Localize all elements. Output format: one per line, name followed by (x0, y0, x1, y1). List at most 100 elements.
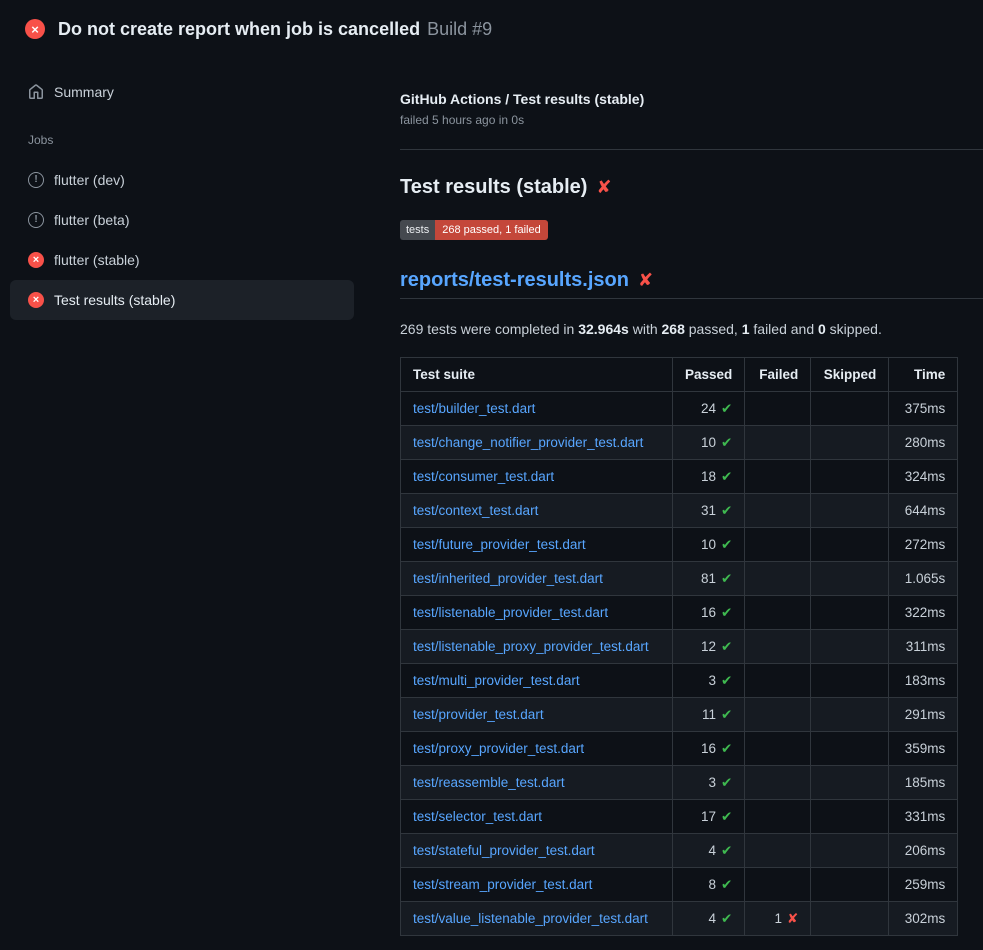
build-number: Build #9 (427, 19, 492, 39)
skipped-cell (811, 902, 889, 936)
test-suite-link[interactable]: test/provider_test.dart (413, 707, 544, 722)
failed-cell (745, 460, 811, 494)
test-suite-link[interactable]: test/builder_test.dart (413, 401, 535, 416)
test-suite-link[interactable]: test/listenable_proxy_provider_test.dart (413, 639, 649, 654)
sidebar-jobs: !flutter (dev)! flutter (beta) ×flutter (s… (10, 160, 376, 320)
test-suite-link[interactable]: test/inherited_provider_test.dart (413, 571, 603, 586)
test-suite-cell: test/stream_provider_test.dart (401, 868, 673, 902)
check-icon: ✔ (721, 605, 732, 620)
summary-segment: skipped. (826, 321, 882, 337)
passed-cell: 3✔ (673, 664, 745, 698)
test-suite-cell: test/stateful_provider_test.dart (401, 834, 673, 868)
test-suite-link[interactable]: test/future_provider_test.dart (413, 537, 586, 552)
table-row: test/stateful_provider_test.dart4✔206ms (401, 834, 958, 868)
run-meta: failed 5 hours ago in 0s (400, 113, 983, 127)
sidebar-item-job[interactable]: !flutter (dev) (10, 160, 354, 200)
sidebar-item-job[interactable]: ×flutter (stable) (10, 240, 354, 280)
skipped-cell (811, 494, 889, 528)
sidebar-item-job[interactable]: × Test results (stable) (10, 280, 354, 320)
test-suite-cell: test/context_test.dart (401, 494, 673, 528)
check-icon: ✔ (721, 911, 732, 926)
summary-segment: failed and (750, 321, 819, 337)
report-file-link[interactable]: reports/test-results.json (400, 268, 629, 292)
check-icon: ✔ (721, 877, 732, 892)
passed-cell: 3✔ (673, 766, 745, 800)
alert-circle-icon: ! (28, 212, 44, 228)
divider (400, 149, 983, 150)
passed-cell: 12✔ (673, 630, 745, 664)
check-icon: ✔ (721, 707, 732, 722)
passed-cell: 17✔ (673, 800, 745, 834)
test-suite-link[interactable]: test/multi_provider_test.dart (413, 673, 580, 688)
passed-cell: 81✔ (673, 562, 745, 596)
skipped-cell (811, 426, 889, 460)
jobs-section-label: Jobs (28, 133, 376, 147)
badge-label: tests (400, 220, 435, 240)
check-icon: ✔ (721, 741, 732, 756)
time-cell: 324ms (889, 460, 958, 494)
table-row: test/builder_test.dart24✔375ms (401, 392, 958, 426)
table-row: test/consumer_test.dart18✔324ms (401, 460, 958, 494)
home-icon (28, 84, 44, 100)
time-cell: 311ms (889, 630, 958, 664)
passed-cell: 24✔ (673, 392, 745, 426)
failed-cell (745, 834, 811, 868)
skipped-cell (811, 528, 889, 562)
passed-cell: 31✔ (673, 494, 745, 528)
sidebar: Summary Jobs !flutter (dev)! flutter (bet… (0, 56, 400, 320)
failed-cell: 1✘ (745, 902, 811, 936)
time-cell: 291ms (889, 698, 958, 732)
table-row: test/inherited_provider_test.dart81✔1.06… (401, 562, 958, 596)
time-cell: 302ms (889, 902, 958, 936)
test-suite-link[interactable]: test/stateful_provider_test.dart (413, 843, 595, 858)
cross-icon: ✘ (787, 911, 798, 926)
skipped-cell (811, 698, 889, 732)
check-icon: ✔ (721, 537, 732, 552)
test-suite-link[interactable]: test/consumer_test.dart (413, 469, 554, 484)
passed-cell: 16✔ (673, 732, 745, 766)
summary-text: 269 tests were completed in 32.964s with… (400, 319, 983, 339)
skipped-cell (811, 630, 889, 664)
passed-cell: 4✔ (673, 834, 745, 868)
passed-cell: 8✔ (673, 868, 745, 902)
skipped-cell (811, 596, 889, 630)
test-suite-cell: test/multi_provider_test.dart (401, 664, 673, 698)
passed-cell: 4✔ (673, 902, 745, 936)
sidebar-item-label: flutter (beta) (54, 210, 129, 230)
test-suite-cell: test/provider_test.dart (401, 698, 673, 732)
badge-value: 268 passed, 1 failed (435, 220, 547, 240)
test-suite-link[interactable]: test/reassemble_test.dart (413, 775, 565, 790)
failed-cell (745, 562, 811, 596)
test-suite-link[interactable]: test/selector_test.dart (413, 809, 542, 824)
test-suite-link[interactable]: test/stream_provider_test.dart (413, 877, 592, 892)
passed-cell: 16✔ (673, 596, 745, 630)
alert-circle-icon: ! (28, 172, 44, 188)
sidebar-item-summary[interactable]: Summary (10, 72, 354, 112)
time-cell: 185ms (889, 766, 958, 800)
test-suite-link[interactable]: test/proxy_provider_test.dart (413, 741, 584, 756)
x-circle-icon: × (28, 292, 44, 308)
passed-cell: 10✔ (673, 426, 745, 460)
test-suite-link[interactable]: test/listenable_provider_test.dart (413, 605, 608, 620)
failed-cell (745, 596, 811, 630)
table-row: test/stream_provider_test.dart8✔259ms (401, 868, 958, 902)
test-suite-cell: test/proxy_provider_test.dart (401, 732, 673, 766)
skipped-cell (811, 392, 889, 426)
run-header: × Do not create report when job is cance… (0, 0, 983, 56)
check-icon: ✔ (721, 673, 732, 688)
main-content: GitHub Actions / Test results (stable) f… (400, 56, 983, 936)
test-suite-link[interactable]: test/context_test.dart (413, 503, 538, 518)
test-suite-link[interactable]: test/value_listenable_provider_test.dart (413, 911, 648, 926)
table-row: test/value_listenable_provider_test.dart… (401, 902, 958, 936)
skipped-cell (811, 766, 889, 800)
skipped-cell (811, 834, 889, 868)
test-suite-cell: test/listenable_provider_test.dart (401, 596, 673, 630)
sidebar-item-job[interactable]: ! flutter (beta) (10, 200, 354, 240)
test-suite-link[interactable]: test/change_notifier_provider_test.dart (413, 435, 643, 450)
table-row: test/future_provider_test.dart10✔272ms (401, 528, 958, 562)
summary-duration: 32.964s (578, 321, 629, 337)
time-cell: 331ms (889, 800, 958, 834)
col-header-test-suite: Test suite (401, 358, 673, 392)
section-title-text: Test results (stable) (400, 174, 587, 200)
sidebar-item-label: Test results (stable) (54, 290, 175, 310)
